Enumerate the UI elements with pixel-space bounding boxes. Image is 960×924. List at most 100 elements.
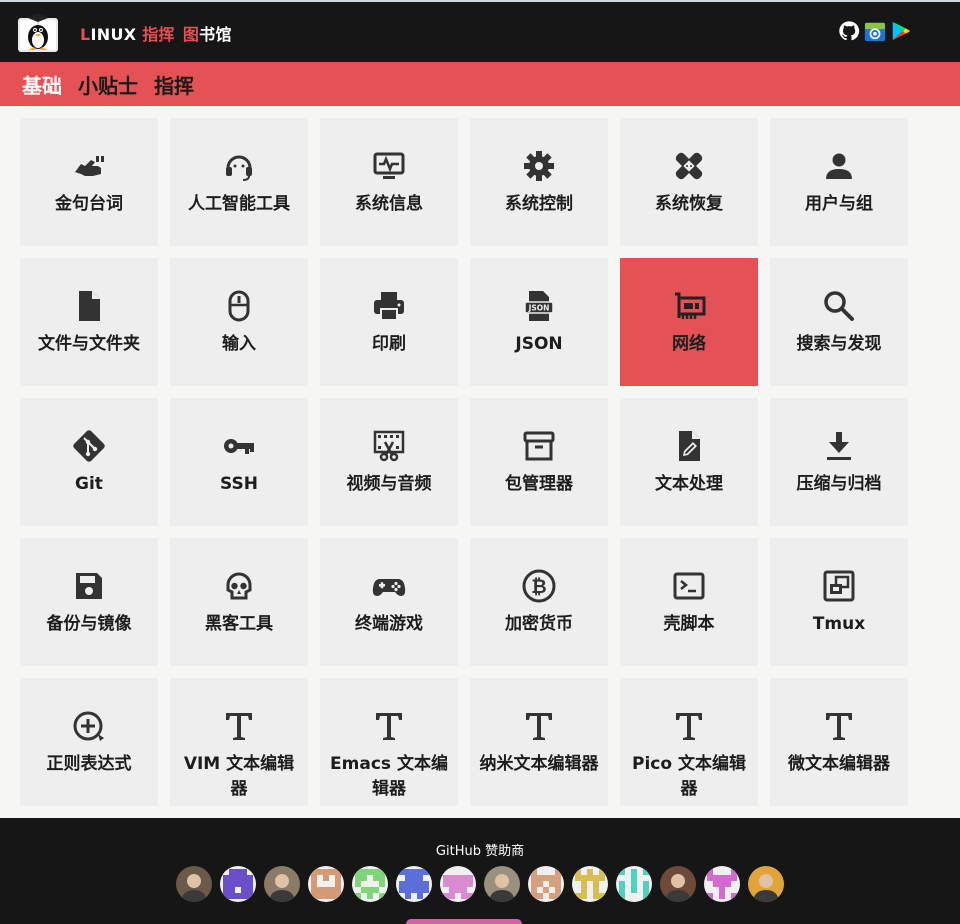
sponsor-avatar-photo-icon bbox=[484, 866, 520, 902]
tile-label: 印刷 bbox=[372, 334, 406, 354]
tile-micro[interactable]: 微文本编辑器 bbox=[770, 678, 908, 806]
tile-label: 文件与文件夹 bbox=[38, 334, 140, 354]
google-play-icon[interactable] bbox=[890, 20, 912, 42]
tile-label: 视频与音频 bbox=[346, 474, 432, 494]
sponsor-avatar[interactable] bbox=[440, 866, 476, 902]
tile-terminal-games[interactable]: 终端游戏 bbox=[320, 538, 458, 666]
sponsor-avatar[interactable] bbox=[352, 866, 388, 902]
tile-system-info[interactable]: 系统信息 bbox=[320, 118, 458, 246]
skull-icon bbox=[221, 568, 257, 604]
key-icon bbox=[221, 428, 257, 464]
tab-tips[interactable]: 小贴士 bbox=[78, 70, 138, 99]
tile-regex[interactable]: 正则表达式 bbox=[20, 678, 158, 806]
sponsor-avatar[interactable] bbox=[660, 866, 696, 902]
sponsor-avatar[interactable] bbox=[176, 866, 212, 902]
tile-label: 输入 bbox=[222, 334, 256, 354]
tux-book-logo-icon[interactable] bbox=[14, 10, 62, 58]
file-icon bbox=[71, 288, 107, 324]
tile-system-control[interactable]: 系统控制 bbox=[470, 118, 608, 246]
sponsor-avatar[interactable] bbox=[748, 866, 784, 902]
tile-system-recovery[interactable]: 系统恢复 bbox=[620, 118, 758, 246]
svg-text:₿: ₿ bbox=[531, 576, 546, 598]
tile-label: Emacs 文本编辑器 bbox=[330, 754, 448, 799]
brand-word-linux: INUX bbox=[90, 25, 143, 44]
tile-label: SSH bbox=[220, 474, 258, 494]
sponsor-avatar[interactable] bbox=[484, 866, 520, 902]
tile-label: Tmux bbox=[812, 614, 866, 634]
text-t-icon bbox=[821, 708, 857, 744]
regex-plus-icon bbox=[71, 708, 107, 744]
footer: GitHub 赞助商 bbox=[0, 818, 960, 924]
tab-commands[interactable]: 指挥 bbox=[154, 70, 194, 99]
tile-label: 正则表达式 bbox=[46, 754, 132, 774]
tile-label: 加密货币 bbox=[505, 614, 573, 634]
tile-emacs[interactable]: Emacs 文本编辑器 bbox=[320, 678, 458, 806]
tile-json[interactable]: JSON JSON bbox=[470, 258, 608, 386]
tile-label: 包管理器 bbox=[505, 474, 573, 494]
sponsor-avatar[interactable] bbox=[572, 866, 608, 902]
user-icon bbox=[821, 148, 857, 184]
github-icon[interactable] bbox=[838, 20, 860, 42]
tile-compression-archive[interactable]: 压缩与归档 bbox=[770, 398, 908, 526]
sponsor-avatar[interactable] bbox=[528, 866, 564, 902]
tile-label: 网络 bbox=[672, 334, 706, 354]
tile-ssh[interactable]: SSH bbox=[170, 398, 308, 526]
bandage-icon bbox=[671, 148, 707, 184]
sponsor-avatar-photo-icon bbox=[176, 866, 212, 902]
text-t-icon bbox=[671, 708, 707, 744]
tile-cryptocurrency[interactable]: ₿ 加密货币 bbox=[470, 538, 608, 666]
tile-video-audio[interactable]: 视频与音频 bbox=[320, 398, 458, 526]
sponsor-avatar[interactable] bbox=[308, 866, 344, 902]
tile-label: VIM 文本编辑器 bbox=[183, 754, 295, 799]
f-droid-icon[interactable] bbox=[864, 20, 886, 42]
tab-basics[interactable]: 基础 bbox=[22, 70, 62, 99]
tile-input[interactable]: 输入 bbox=[170, 258, 308, 386]
site-title[interactable]: LINUX 指挥 图书馆 bbox=[80, 21, 232, 45]
sponsor-avatar-photo-icon bbox=[264, 866, 300, 902]
json-file-icon: JSON bbox=[521, 288, 557, 324]
tile-nano[interactable]: 纳米文本编辑器 bbox=[470, 678, 608, 806]
tile-users-groups[interactable]: 用户与组 bbox=[770, 118, 908, 246]
sponsor-avatar[interactable] bbox=[264, 866, 300, 902]
sponsor-avatar[interactable] bbox=[616, 866, 652, 902]
tile-backup-image[interactable]: 备份与镜像 bbox=[20, 538, 158, 666]
tile-label: 备份与镜像 bbox=[46, 614, 132, 634]
tile-label: 金句台词 bbox=[55, 194, 123, 214]
brand-word-command: 指挥 bbox=[142, 25, 175, 44]
sponsor-identicon-icon bbox=[396, 866, 432, 902]
tile-tmux[interactable]: Tmux bbox=[770, 538, 908, 666]
tile-vim[interactable]: VIM 文本编辑器 bbox=[170, 678, 308, 806]
tile-pico[interactable]: Pico 文本编辑器 bbox=[620, 678, 758, 806]
tile-package-manager[interactable]: 包管理器 bbox=[470, 398, 608, 526]
sponsor-avatar[interactable] bbox=[220, 866, 256, 902]
tile-ai-tools[interactable]: 人工智能工具 bbox=[170, 118, 308, 246]
tile-files-folders[interactable]: 文件与文件夹 bbox=[20, 258, 158, 386]
sponsor-avatar-photo-icon bbox=[748, 866, 784, 902]
tile-label: 纳米文本编辑器 bbox=[479, 754, 599, 774]
text-t-icon bbox=[221, 708, 257, 744]
tile-label: Pico 文本编辑器 bbox=[632, 754, 746, 799]
sponsor-avatar[interactable] bbox=[396, 866, 432, 902]
sponsors-title: GitHub 赞助商 bbox=[435, 844, 525, 859]
tile-printing[interactable]: 印刷 bbox=[320, 258, 458, 386]
tile-hacking-tools[interactable]: 黑客工具 bbox=[170, 538, 308, 666]
tile-shell-scripts[interactable]: 壳脚本 bbox=[620, 538, 758, 666]
brand-word-library: 书馆 bbox=[199, 25, 232, 44]
tile-label: 系统控制 bbox=[505, 194, 573, 214]
category-tabs: 基础 小贴士 指挥 bbox=[0, 62, 960, 106]
top-bar: LINUX 指挥 图书馆 bbox=[0, 0, 960, 62]
tile-quotes[interactable]: 金句台词 bbox=[20, 118, 158, 246]
tile-label: 人工智能工具 bbox=[188, 194, 290, 214]
tile-label: 压缩与归档 bbox=[796, 474, 882, 494]
tile-text-processing[interactable]: 文本处理 bbox=[620, 398, 758, 526]
tile-git[interactable]: Git bbox=[20, 398, 158, 526]
terminal-icon bbox=[671, 568, 707, 604]
sponsor-avatar[interactable] bbox=[704, 866, 740, 902]
sponsor-identicon-icon bbox=[704, 866, 740, 902]
sponsor-identicon-icon bbox=[220, 866, 256, 902]
sponsor-button[interactable] bbox=[406, 919, 522, 924]
tile-search-discovery[interactable]: 搜索与发现 bbox=[770, 258, 908, 386]
tile-label: 文本处理 bbox=[655, 474, 723, 494]
mouse-icon bbox=[221, 288, 257, 324]
tile-network[interactable]: 网络 bbox=[620, 258, 758, 386]
